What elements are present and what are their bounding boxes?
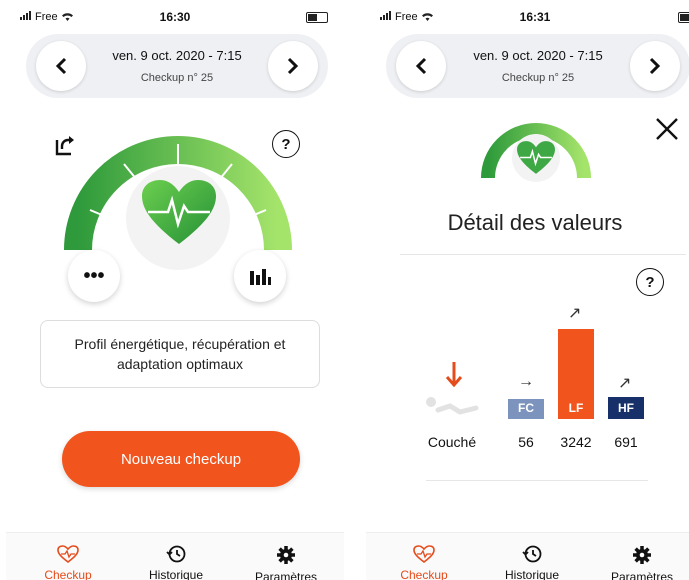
metric-bar-label: FC [518,401,534,415]
metric-trend-icon: → [518,373,534,390]
next-checkup-button[interactable] [630,41,680,91]
title-divider [400,254,686,255]
detail-title: Détail des valeurs [447,210,623,235]
clock: 16:30 [159,10,191,24]
help-icon: ? [636,268,664,296]
tab-parametres[interactable]: Paramètres [246,545,326,580]
metric-trend-icon: ↗ [568,305,582,322]
clock: 16:31 [519,10,551,24]
date-selector: ven. 9 oct. 2020 - 7:15 Checkup n° 25 [26,34,328,98]
metric-trend-icon: ↗ [618,375,632,392]
tab-parametres[interactable]: Paramètres [602,545,682,580]
tab-checkup[interactable]: Checkup [28,545,108,580]
more-options-button[interactable]: ••• [68,250,120,302]
metric-bar-hf: HF [608,397,644,419]
chevron-left-icon [55,57,67,75]
heart-icon [413,545,435,564]
more-icon: ••• [83,264,105,287]
tab-checkup-label: Checkup [44,568,92,580]
chevron-right-icon [649,57,661,75]
tab-bar: Checkup Historique Paramètres [366,532,689,580]
chart-button[interactable] [234,250,286,302]
new-checkup-button[interactable]: Nouveau checkup [62,431,300,487]
checkup-date: ven. 9 oct. 2020 - 7:15 [112,48,242,63]
metric-bar-label: HF [618,401,634,415]
metric-value: 691 [614,434,638,450]
gear-icon [633,546,651,564]
history-icon [522,545,542,563]
history-icon [166,545,186,563]
chevron-right-icon [287,57,299,75]
down-arrow-icon [445,362,463,388]
bar-chart-icon [250,269,271,285]
tab-historique-label: Historique [148,568,204,580]
bottom-divider [426,480,648,481]
metric-bar-fc: FC [508,399,544,419]
checkup-date: ven. 9 oct. 2020 - 7:15 [473,48,603,63]
battery-icon [678,12,689,23]
tab-historique[interactable]: Historique [492,545,572,580]
tab-bar: Checkup Historique Paramètres [6,532,344,580]
close-icon [656,118,678,140]
lying-person-icon [426,397,479,415]
help-button[interactable]: ? [636,268,664,296]
gear-icon [277,546,295,564]
metric-bar-lf: LF [558,329,594,419]
date-selector: ven. 9 oct. 2020 - 7:15 Checkup n° 25 [386,34,689,98]
heart-icon [57,545,79,564]
heart-icon [142,180,216,244]
status-bar: Free 16:30 [6,0,344,34]
checkup-number: Checkup n° 25 [501,72,575,84]
tab-parametres-label: Paramètres [610,570,674,580]
position-label: Couché [427,434,477,450]
checkup-screen: Free 16:30 ven. 9 oct. 2020 - 7:15 Check… [6,0,344,580]
heart-icon [517,141,555,174]
tab-checkup-label: Checkup [400,568,448,580]
next-checkup-button[interactable] [268,41,318,91]
close-button[interactable] [652,114,682,144]
detail-screen: Free 16:31 ven. 9 oct. 2020 - 7:15 Check… [366,0,689,580]
metric-bar-label: LF [568,401,584,415]
previous-checkup-button[interactable] [396,41,446,91]
tab-parametres-label: Paramètres [254,570,318,580]
tab-checkup[interactable]: Checkup [384,545,464,580]
status-bar: Free 16:31 [366,0,689,34]
profile-message: Profil énergétique, récupération et adap… [40,320,320,388]
checkup-number: Checkup n° 25 [140,72,214,84]
tab-historique[interactable]: Historique [136,545,216,580]
previous-checkup-button[interactable] [36,41,86,91]
tab-historique-label: Historique [504,568,560,580]
chevron-left-icon [415,57,427,75]
battery-icon [306,12,328,23]
